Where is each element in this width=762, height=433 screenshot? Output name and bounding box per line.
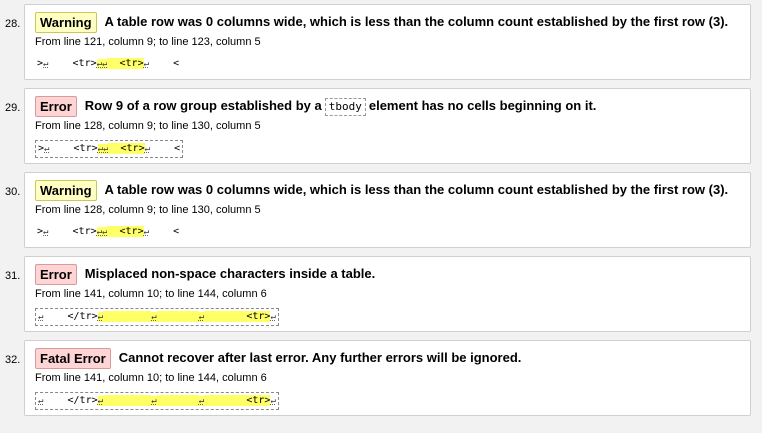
code-extract: >↵ <tr>↵↵ <tr>↵ < <box>35 224 181 240</box>
message-header: Error Misplaced non-space characters ins… <box>35 263 375 285</box>
message-text-before: Row 9 of a row group established by a <box>84 97 322 113</box>
warning-badge: Warning <box>35 11 97 33</box>
code-segment: <tr> <box>48 58 97 69</box>
code-segment: <tr> <box>119 58 144 69</box>
code-segment <box>204 395 247 406</box>
code-segment: </tr> <box>43 311 98 322</box>
message-card: Error Row 9 of a row group established b… <box>24 88 751 164</box>
line-break-marker: ↵↵ <box>96 227 108 237</box>
message-text: Row 9 of a row group established by a tbo… <box>84 97 597 116</box>
message-text: A table row was 0 columns wide, which is… <box>104 182 729 197</box>
code-segment <box>108 143 121 154</box>
element-name-code: tbody <box>324 97 366 116</box>
message-header: Warning A table row was 0 columns wide, … <box>35 179 728 201</box>
code-extract: ↵ </tr>↵ ↵ ↵ <tr>↵ <box>35 308 279 326</box>
message-number: 32. <box>5 354 21 366</box>
message-number: 28. <box>5 18 21 30</box>
message-text: A table row was 0 columns wide, which is… <box>104 14 729 29</box>
line-break-marker: ↵ <box>151 396 157 406</box>
code-segment: <tr> <box>246 311 271 322</box>
code-segment <box>103 311 152 322</box>
error-badge: Error <box>35 263 77 285</box>
code-segment: </tr> <box>43 395 98 406</box>
line-break-marker: ↵ <box>270 312 276 322</box>
code-segment <box>107 226 120 237</box>
message-number: 29. <box>5 102 21 114</box>
warning-badge: Warning <box>35 179 97 201</box>
message-number: 30. <box>5 186 21 198</box>
message-text: Cannot recover after last error. Any fur… <box>118 350 522 365</box>
code-segment: <tr> <box>49 143 98 154</box>
code-extract: >↵ <tr>↵↵ <tr>↵ < <box>35 140 184 158</box>
message-location: From line 128, column 9; to line 130, co… <box>35 120 261 132</box>
message-header: Fatal Error Cannot recover after last er… <box>35 347 521 369</box>
line-break-marker: ↵ <box>151 312 157 322</box>
code-segment: <tr> <box>120 143 145 154</box>
line-break-marker: ↵↵ <box>97 144 109 154</box>
message-header: Warning A table row was 0 columns wide, … <box>35 11 728 33</box>
message-card: Warning A table row was 0 columns wide, … <box>24 172 751 248</box>
message-location: From line 128, column 9; to line 130, co… <box>35 204 261 216</box>
line-break-marker: ↵↵ <box>96 59 108 69</box>
line-break-marker: ↵ <box>270 396 276 406</box>
message-location: From line 121, column 9; to line 123, co… <box>35 36 261 48</box>
message-card: Fatal Error Cannot recover after last er… <box>24 340 751 416</box>
message-header: Error Row 9 of a row group established b… <box>35 95 596 117</box>
error-badge: Error <box>35 95 77 117</box>
message-location: From line 141, column 10; to line 144, c… <box>35 372 267 384</box>
code-segment: < <box>150 143 181 154</box>
message-card: Error Misplaced non-space characters ins… <box>24 256 751 332</box>
message-text: Misplaced non-space characters inside a … <box>84 266 376 281</box>
code-segment: <tr> <box>119 226 144 237</box>
code-segment <box>107 58 120 69</box>
code-segment <box>204 311 247 322</box>
code-segment <box>103 395 152 406</box>
code-segment: <tr> <box>246 395 271 406</box>
fatal-error-badge: Fatal Error <box>35 347 111 369</box>
code-segment: < <box>149 58 180 69</box>
code-segment <box>156 311 199 322</box>
code-segment: < <box>149 226 180 237</box>
code-segment <box>156 395 199 406</box>
message-location: From line 141, column 10; to line 144, c… <box>35 288 267 300</box>
code-extract: ↵ </tr>↵ ↵ ↵ <tr>↵ <box>35 392 279 410</box>
code-extract: >↵ <tr>↵↵ <tr>↵ < <box>35 56 181 72</box>
message-card: Warning A table row was 0 columns wide, … <box>24 4 751 80</box>
code-segment: <tr> <box>48 226 97 237</box>
validator-results: 28. Warning A table row was 0 columns wi… <box>0 0 762 433</box>
message-text-after: element has no cells beginning on it. <box>368 97 597 113</box>
message-number: 31. <box>5 270 21 282</box>
